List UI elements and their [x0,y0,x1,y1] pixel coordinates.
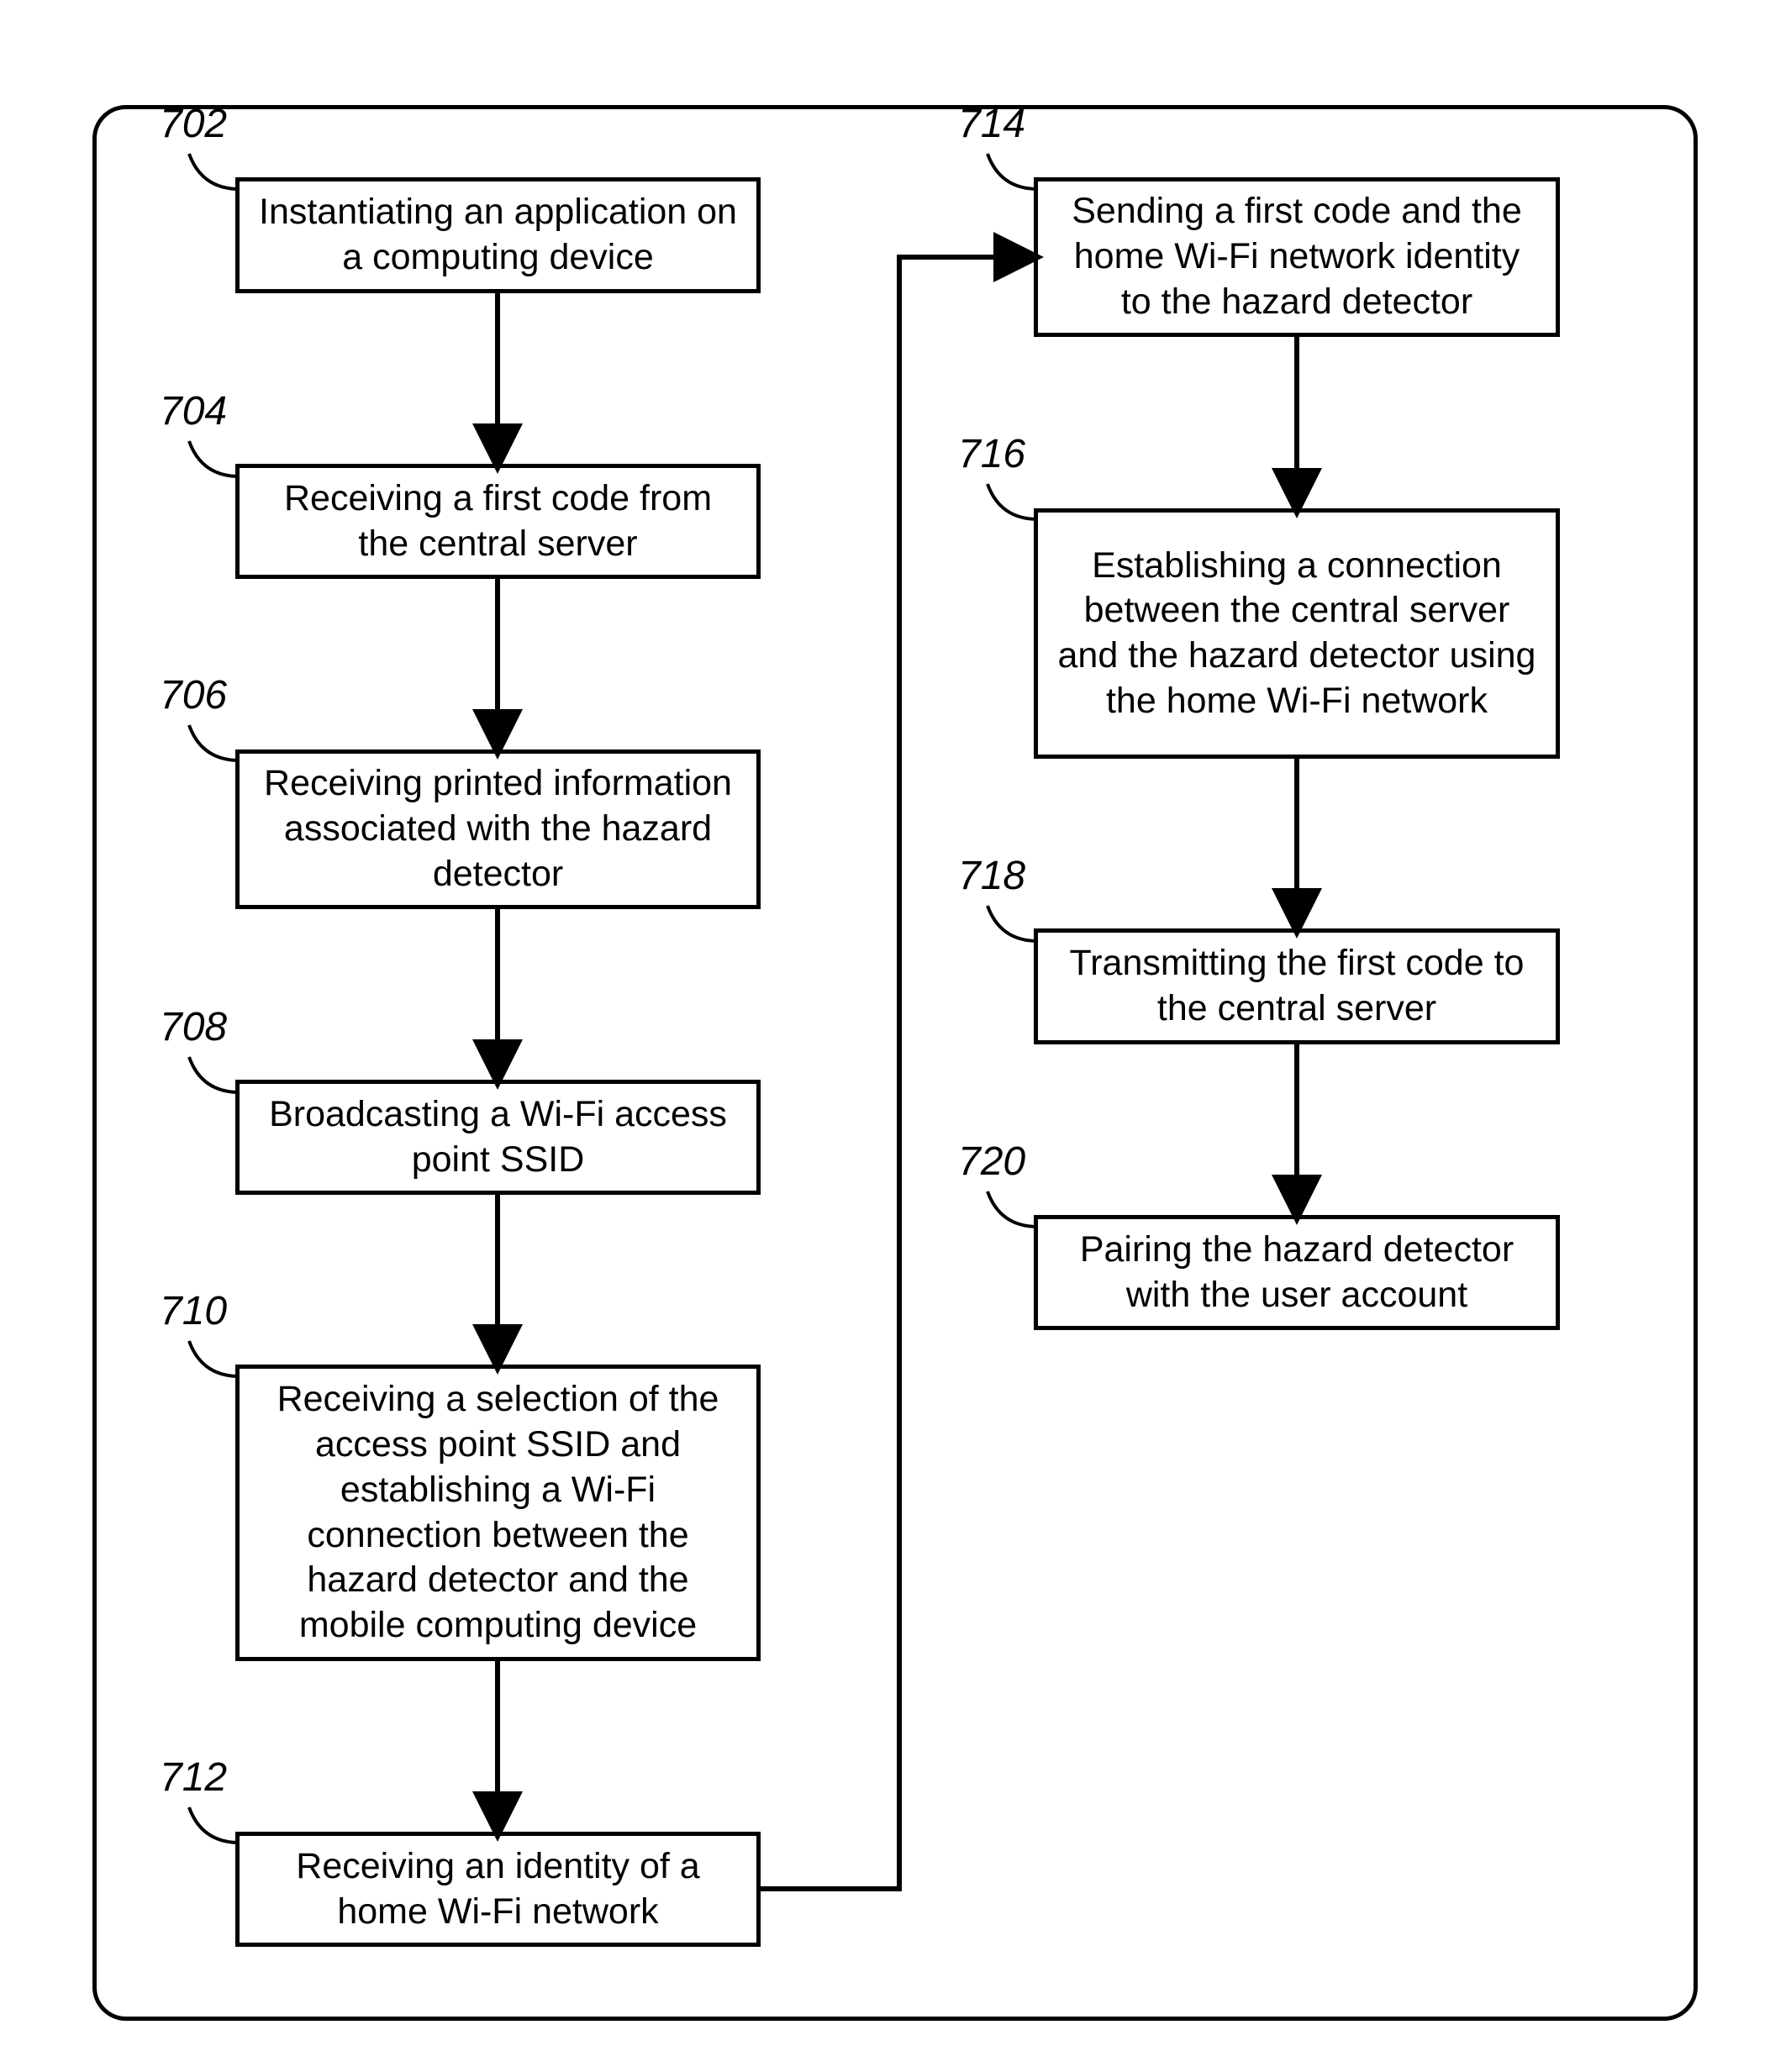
label-702: 702 [160,101,227,147]
step-708: Broadcasting a Wi-Fi access point SSID [235,1080,761,1195]
label-704: 704 [160,388,227,434]
diagram-frame [92,105,1698,2021]
step-702-text: Instantiating an application on a comput… [256,190,740,281]
step-704: Receiving a first code from the central … [235,464,761,579]
label-718: 718 [958,853,1025,899]
step-712-text: Receiving an identity of a home Wi-Fi ne… [256,1844,740,1935]
label-720: 720 [958,1139,1025,1185]
step-706: Receiving printed information associated… [235,749,761,909]
step-716: Establishing a connection between the ce… [1034,508,1560,759]
step-718: Transmitting the first code to the centr… [1034,928,1560,1044]
step-704-text: Receiving a first code from the central … [256,476,740,567]
label-716: 716 [958,431,1025,477]
step-714: Sending a first code and the home Wi-Fi … [1034,177,1560,337]
label-710: 710 [160,1288,227,1334]
step-710: Receiving a selection of the access poin… [235,1365,761,1661]
step-720-text: Pairing the hazard detector with the use… [1055,1228,1539,1318]
label-712: 712 [160,1754,227,1801]
label-708: 708 [160,1004,227,1050]
step-710-text: Receiving a selection of the access poin… [256,1377,740,1649]
flowchart-canvas: { "steps": { "s702": { "label": "702", "… [0,0,1791,2072]
step-716-text: Establishing a connection between the ce… [1055,544,1539,724]
step-714-text: Sending a first code and the home Wi-Fi … [1055,189,1539,324]
step-706-text: Receiving printed information associated… [256,761,740,897]
step-708-text: Broadcasting a Wi-Fi access point SSID [256,1092,740,1183]
label-706: 706 [160,672,227,718]
step-702: Instantiating an application on a comput… [235,177,761,293]
label-714: 714 [958,101,1025,147]
step-712: Receiving an identity of a home Wi-Fi ne… [235,1832,761,1947]
step-720: Pairing the hazard detector with the use… [1034,1215,1560,1330]
step-718-text: Transmitting the first code to the centr… [1055,941,1539,1032]
